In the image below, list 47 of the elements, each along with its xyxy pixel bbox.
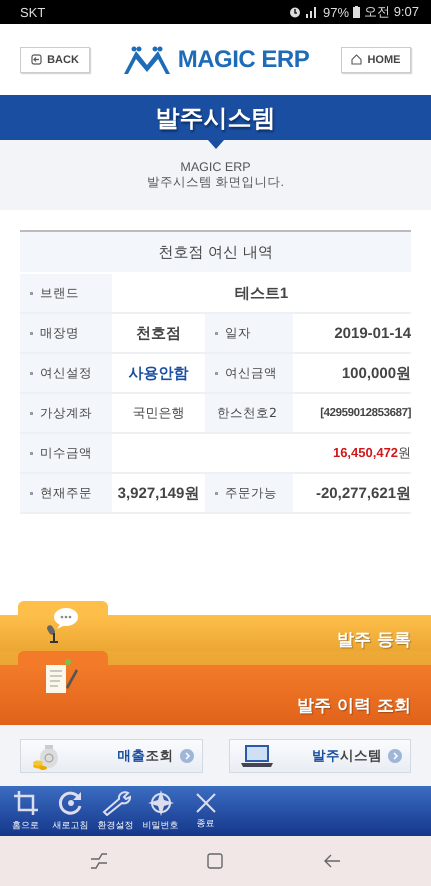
home-button[interactable]: HOME [340,46,411,72]
table-cell: 2019-01-14 [293,313,412,353]
toolbar-button[interactable]: 비밀번호 [139,790,182,832]
quick-link-button[interactable]: 발주시스템 [228,738,411,772]
toolbar-button[interactable]: 새로고침 [49,790,92,832]
exit-icon [31,54,42,65]
home-icon [351,54,362,65]
row-label: 여신금액 [205,353,293,393]
row-label: 브랜드 [20,273,112,313]
row-label: 현재주문 [20,473,112,513]
table-cell: [42959012853687] [293,393,412,433]
logo-icon [122,44,172,74]
table-cell: 100,000원 [293,353,412,393]
page-title: 발주시스템 [156,102,276,134]
wrench-icon [100,790,130,816]
carrier-name: SKT [20,4,46,20]
chevron-icon [388,748,402,762]
back-button[interactable]: BACK [20,46,90,72]
alarm-icon [289,6,302,18]
toolbar-button[interactable]: 종료 [184,792,227,830]
row-label: 주문가능 [205,473,293,513]
row-label: 일자 [205,313,293,353]
compass-icon [148,790,174,816]
close-icon [194,792,216,814]
row-label: 한스천호2 [205,393,293,433]
chevron-icon [180,748,194,762]
refresh-icon [58,790,84,816]
battery-icon [353,6,360,18]
row-label: 미수금액 [20,433,112,473]
logo-text: MAGIC ERP [178,46,310,74]
row-label: 여신설정 [20,353,112,393]
table-title: 천호점 여신 내역 [20,231,412,273]
back-key-icon[interactable] [323,854,342,868]
row-label: 매장명 [20,313,112,353]
home-key-icon[interactable] [207,853,224,869]
battery-level: 97% [323,4,350,20]
quick-link-button[interactable]: 매출조회 [20,738,202,772]
table-cell: -20,277,621원 [293,473,412,513]
recent-apps-icon[interactable] [90,853,108,869]
intro-text: MAGIC ERP [180,160,251,175]
row-label: 가상계좌 [20,393,112,433]
crop-icon [12,790,38,816]
intro-text: 발주시스템 화면입니다. [147,175,284,190]
toolbar-button[interactable]: 홈으로 [4,790,47,832]
toolbar-button[interactable]: 환경설정 [94,790,137,832]
clock: 오전 9:07 [364,3,419,21]
laptop-icon [240,742,274,768]
